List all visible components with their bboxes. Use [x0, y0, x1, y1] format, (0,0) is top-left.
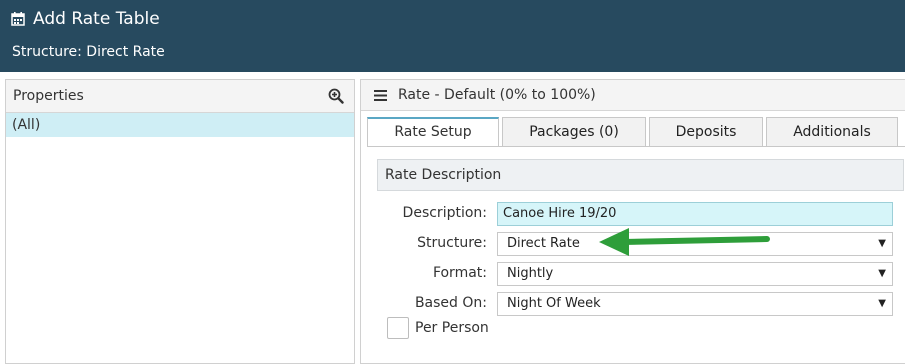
rate-panel-header: Rate - Default (0% to 100%) [361, 80, 905, 111]
properties-panel: Properties (All) [5, 79, 355, 364]
description-label: Description: [402, 205, 487, 221]
tab-additionals[interactable]: Additionals [766, 117, 898, 147]
page-title: Add Rate Table [33, 9, 160, 29]
tab-divider [367, 146, 905, 147]
tab-packages[interactable]: Packages (0) [502, 117, 646, 147]
based-on-row: Based On: Night Of Week ▼ [361, 292, 905, 316]
format-label: Format: [432, 265, 487, 281]
properties-item-label: (All) [12, 117, 41, 133]
structure-label: Structure: [417, 235, 487, 251]
tab-rate-setup[interactable]: Rate Setup [367, 117, 499, 147]
section-title: Rate Description [385, 167, 502, 183]
zoom-in-icon[interactable] [328, 88, 344, 104]
chevron-down-icon: ▼ [878, 238, 886, 249]
tab-deposits[interactable]: Deposits [649, 117, 763, 147]
hamburger-menu-icon[interactable] [374, 90, 387, 101]
structure-select[interactable]: Direct Rate ▼ [497, 232, 893, 256]
rate-tabs: Rate Setup Packages (0) Deposits Additio… [367, 117, 901, 147]
rate-description-section: Rate Description [377, 159, 904, 191]
based-on-select[interactable]: Night Of Week ▼ [497, 292, 893, 316]
based-on-value: Night Of Week [507, 296, 601, 311]
format-value: Nightly [507, 266, 554, 281]
header-title-row: Add Rate Table [11, 9, 160, 29]
chevron-down-icon: ▼ [878, 298, 886, 309]
per-person-label: Per Person [415, 320, 489, 336]
calendar-icon [11, 12, 25, 26]
page-header: Add Rate Table Structure: Direct Rate [0, 0, 905, 72]
properties-panel-title: Properties [13, 88, 84, 104]
chevron-down-icon: ▼ [878, 268, 886, 279]
structure-row: Structure: Direct Rate ▼ [361, 232, 905, 256]
properties-panel-header: Properties [6, 80, 354, 113]
rate-panel-title: Rate - Default (0% to 100%) [398, 87, 596, 103]
rate-panel: Rate - Default (0% to 100%) Rate Setup P… [360, 79, 905, 364]
per-person-option[interactable]: Per Person [387, 316, 489, 340]
format-select[interactable]: Nightly ▼ [497, 262, 893, 286]
description-input[interactable]: Canoe Hire 19/20 [497, 202, 893, 226]
structure-value: Direct Rate [507, 236, 580, 251]
properties-item-all[interactable]: (All) [6, 113, 354, 137]
per-person-checkbox[interactable] [387, 317, 409, 339]
based-on-label: Based On: [414, 295, 487, 311]
description-row: Description: Canoe Hire 19/20 [361, 202, 905, 226]
page-subtitle: Structure: Direct Rate [12, 44, 165, 60]
format-row: Format: Nightly ▼ [361, 262, 905, 286]
